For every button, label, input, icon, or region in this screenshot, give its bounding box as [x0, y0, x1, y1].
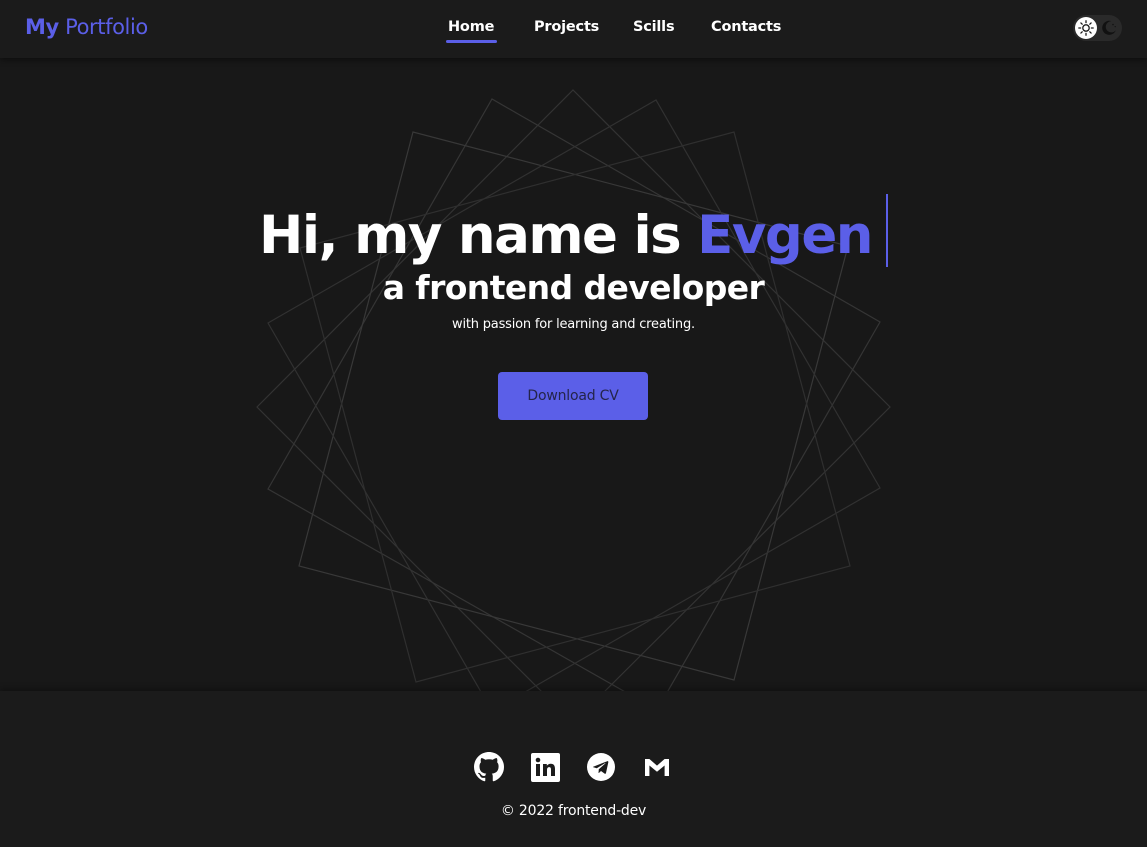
hero-role: a frontend developer — [382, 268, 765, 307]
moon-icon[interactable] — [1099, 18, 1119, 38]
linkedin-icon[interactable] — [530, 752, 560, 782]
download-cv-button[interactable]: Download CV — [498, 372, 648, 420]
nav-item-contacts[interactable]: Contacts — [711, 17, 781, 39]
typing-caret — [886, 194, 888, 267]
hero-title: Hi, my name is Evgen — [0, 194, 1147, 269]
nav-item-home[interactable]: Home — [445, 17, 498, 43]
github-icon[interactable] — [474, 752, 504, 782]
hero-name: Evgen — [697, 205, 873, 266]
sun-icon[interactable] — [1075, 17, 1097, 39]
copyright-text: © 2022 frontend-dev — [500, 803, 647, 819]
nav-item-scills[interactable]: Scills — [633, 17, 675, 39]
hero-tagline: with passion for learning and creating. — [452, 317, 695, 332]
main-nav: Home Projects Scills Contacts — [0, 0, 1147, 58]
site-header: My Portfolio Home Projects Scills Contac… — [0, 0, 1147, 58]
nav-item-projects[interactable]: Projects — [534, 17, 599, 39]
telegram-icon[interactable] — [586, 752, 616, 782]
hero-greeting: Hi, my name is — [259, 205, 682, 266]
site-footer: © 2022 frontend-dev — [0, 691, 1147, 847]
theme-toggle[interactable] — [1073, 15, 1122, 41]
gmail-icon[interactable] — [642, 752, 672, 782]
hero-section: Hi, my name is Evgen a frontend develope… — [0, 58, 1147, 691]
